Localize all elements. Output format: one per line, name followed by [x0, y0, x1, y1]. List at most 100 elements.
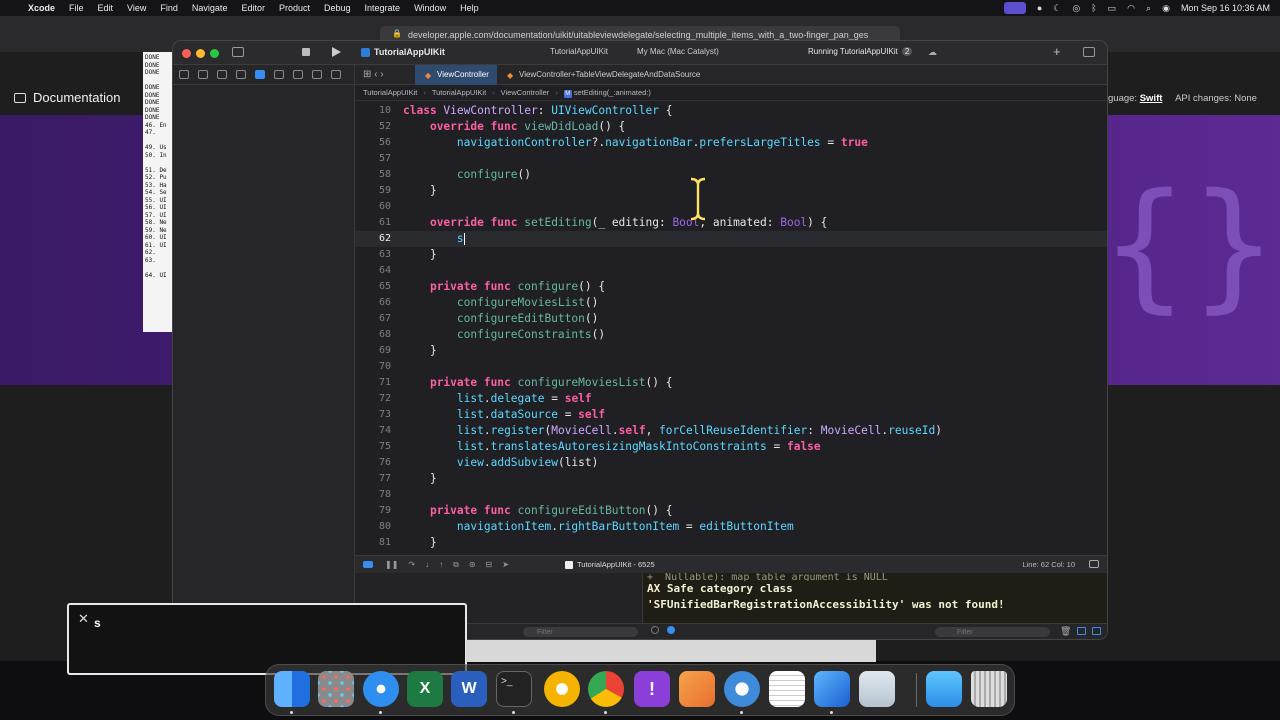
menu-editor[interactable]: Editor [241, 3, 265, 13]
source-control-icon[interactable] [198, 70, 208, 79]
code-line[interactable]: 75 list.translatesAutoresizingMaskIntoCo… [355, 439, 1107, 455]
code-line[interactable]: 58 configure() [355, 167, 1107, 183]
code-line[interactable]: 63 } [355, 247, 1107, 263]
record-icon[interactable]: ● [1037, 3, 1042, 13]
console-filter-input[interactable] [935, 627, 1050, 637]
process-indicator[interactable]: TutorialAppUIKit - 6525 [565, 560, 655, 569]
wifi-icon[interactable]: ◠ [1127, 3, 1135, 14]
language-value[interactable]: Swift [1140, 93, 1163, 104]
language-selector[interactable]: guage: Swift API changes: None [1108, 93, 1257, 104]
feedback-icon[interactable]: ! [634, 671, 670, 707]
memory-graph-icon[interactable]: ⊛ [469, 560, 476, 570]
siri-icon[interactable]: ◉ [1162, 3, 1170, 14]
safari-icon[interactable] [363, 671, 399, 707]
breadcrumb-group[interactable]: TutorialAppUIKit [432, 88, 486, 97]
code-area[interactable]: 10 class ViewController: UIViewController… [355, 103, 1107, 555]
code-line[interactable]: 59 } [355, 183, 1107, 199]
zoom-window-icon[interactable] [210, 49, 219, 58]
console-scope-icon[interactable] [667, 626, 675, 634]
chrome-canary-icon[interactable] [544, 671, 580, 707]
api-changes[interactable]: API changes: None [1175, 93, 1257, 104]
code-line[interactable]: 76 view.addSubview(list) [355, 455, 1107, 471]
tab-nav-arrows-icon[interactable]: ⊞ ‹ › [363, 69, 384, 80]
code-line[interactable]: 80 navigationItem.rightBarButtonItem = e… [355, 519, 1107, 535]
menu-window[interactable]: Window [414, 3, 446, 13]
code-line[interactable]: 78 [355, 487, 1107, 503]
battery-icon[interactable]: ▭ [1108, 3, 1117, 14]
environment-icon[interactable]: ⊟ [486, 560, 493, 570]
debug-area-toggle-icon[interactable] [363, 561, 373, 568]
menu-file[interactable]: File [69, 3, 84, 13]
issue-navigator-icon[interactable] [255, 70, 265, 79]
simulate-location-icon[interactable]: ➤ [502, 560, 509, 570]
folder-icon[interactable] [926, 671, 962, 707]
excel-icon[interactable]: X [407, 671, 443, 707]
app-menu[interactable]: Xcode [28, 3, 55, 13]
trash-icon[interactable]: 🗑 [1060, 626, 1071, 637]
sidebar-toggle-icon[interactable] [14, 92, 26, 103]
minimize-window-icon[interactable] [196, 49, 205, 58]
menu-clock[interactable]: Mon Sep 16 10:36 AM [1181, 3, 1270, 13]
right-pane-toggle-icon[interactable] [1092, 627, 1101, 635]
bluetooth-icon[interactable]: ᛒ [1091, 3, 1096, 13]
preview-icon[interactable] [859, 671, 895, 707]
search-icon[interactable]: ⌕ [1146, 3, 1151, 14]
tab-viewcontroller-extension[interactable]: ◆ ViewController+TableViewDelegateAndDat… [497, 65, 708, 85]
doc-title[interactable]: Documentation [33, 90, 120, 105]
code-line[interactable]: 52 override func viewDidLoad() { [355, 119, 1107, 135]
code-line[interactable]: 68 configureConstraints() [355, 327, 1107, 343]
code-line[interactable]: 81 } [355, 535, 1107, 551]
info-icon[interactable] [651, 626, 659, 634]
code-line[interactable]: 73 list.dataSource = self [355, 407, 1107, 423]
menu-view[interactable]: View [127, 3, 146, 13]
control-center-icon[interactable] [1003, 2, 1026, 14]
debug-navigator-icon[interactable] [293, 70, 303, 79]
trash-icon[interactable] [971, 671, 1007, 707]
code-line[interactable]: 56 navigationController?.navigationBar.p… [355, 135, 1107, 151]
moon-icon[interactable]: ☾ [1053, 3, 1061, 14]
left-pane-toggle-icon[interactable] [1077, 627, 1086, 635]
code-line[interactable]: 64 [355, 263, 1107, 279]
report-navigator-icon[interactable] [331, 70, 341, 79]
code-line[interactable]: 79 private func configureEditButton() { [355, 503, 1107, 519]
minimap-toggle-icon[interactable] [1089, 560, 1099, 568]
code-line[interactable]: 72 list.delegate = self [355, 391, 1107, 407]
xcode-icon[interactable] [814, 671, 850, 707]
menu-navigate[interactable]: Navigate [192, 3, 228, 13]
menu-help[interactable]: Help [460, 3, 479, 13]
navigator-toggle-icon[interactable] [232, 47, 244, 57]
bookmark-icon[interactable] [217, 70, 227, 79]
console-output[interactable]: + _Nullable): map table argument is NULL… [643, 573, 1107, 623]
add-icon[interactable]: + [1053, 44, 1061, 59]
code-line[interactable]: 69 } [355, 343, 1107, 359]
word-icon[interactable]: W [451, 671, 487, 707]
close-icon[interactable]: ✕ [78, 611, 89, 627]
breadcrumb-file[interactable]: ViewController [501, 88, 550, 97]
code-line[interactable]: 74 list.register(MovieCell.self, forCell… [355, 423, 1107, 439]
inspector-toggle-icon[interactable] [1083, 47, 1095, 57]
terminal-icon[interactable]: >_ [496, 671, 532, 707]
code-line[interactable]: 77 } [355, 471, 1107, 487]
code-line[interactable]: 70 [355, 359, 1107, 375]
close-window-icon[interactable] [182, 49, 191, 58]
menu-find[interactable]: Find [160, 3, 178, 13]
chrome-icon[interactable] [588, 671, 624, 707]
run-icon[interactable] [332, 47, 341, 57]
pages-icon[interactable] [679, 671, 715, 707]
tab-viewcontroller[interactable]: ◆ ViewController [415, 65, 497, 85]
variables-filter-input[interactable] [523, 627, 638, 637]
menu-edit[interactable]: Edit [98, 3, 114, 13]
launchpad-icon[interactable] [318, 671, 354, 707]
breakpoint-navigator-icon[interactable] [312, 70, 322, 79]
view-debugger-icon[interactable]: ⧉ [453, 560, 459, 570]
step-into-icon[interactable]: ↓ [425, 560, 429, 570]
code-line[interactable]: 57 [355, 151, 1107, 167]
breadcrumb-method[interactable]: MsetEditing(_:animated:) [563, 88, 651, 98]
pause-icon[interactable]: ❚❚ [385, 560, 398, 570]
code-line[interactable]: 61 override func setEditing(_ editing: B… [355, 215, 1107, 231]
code-line[interactable]: 62 s [355, 231, 1107, 247]
quicktime-icon[interactable] [724, 671, 760, 707]
scheme-selector[interactable]: TutorialAppUIKit [550, 47, 608, 56]
code-line[interactable]: 60 [355, 199, 1107, 215]
status-badge[interactable]: 2 [901, 47, 913, 56]
